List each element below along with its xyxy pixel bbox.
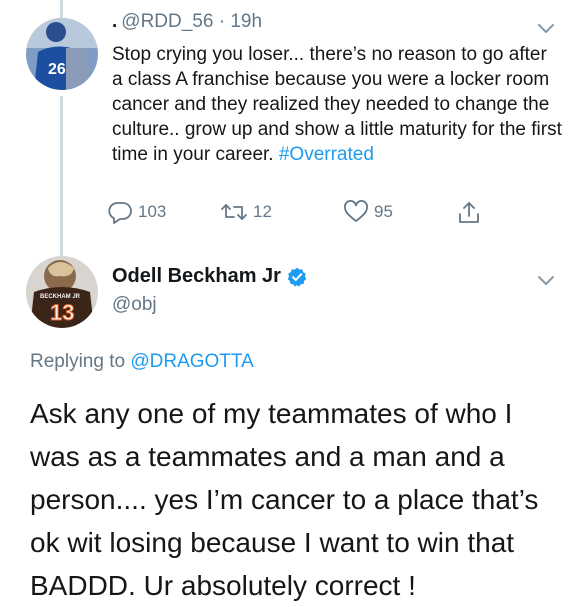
tweet1-display-name[interactable]: . xyxy=(112,11,117,32)
retweet-count: 12 xyxy=(253,202,272,221)
thread-connector-top xyxy=(60,0,63,18)
replying-to-line: Replying to @DRAGOTTA xyxy=(30,351,254,373)
like-count: 95 xyxy=(374,202,393,221)
avatar-image: 26 xyxy=(26,18,98,90)
tweet1-avatar-number: 26 xyxy=(48,61,66,78)
like-button[interactable]: 95 xyxy=(343,200,393,224)
tweet1-header: . @RDD_56 · 19h xyxy=(112,11,262,33)
tweet2-avatar[interactable]: BECKHAM JR 13 xyxy=(26,256,98,328)
tweet1-hashtag[interactable]: #Overrated xyxy=(279,144,374,165)
tweet1-avatar[interactable]: 26 xyxy=(26,18,98,90)
avatar-image: BECKHAM JR 13 xyxy=(26,256,98,328)
thread-connector xyxy=(60,96,63,256)
tweet1-action-bar: 103 12 95 xyxy=(107,200,507,232)
reply-button[interactable]: 103 xyxy=(107,200,166,224)
tweet1-separator: · xyxy=(213,11,231,32)
tweet1-timestamp[interactable]: 19h xyxy=(230,11,262,32)
tweet2-avatar-number: 13 xyxy=(50,300,74,325)
tweet2-handle[interactable]: @obj xyxy=(112,294,157,316)
chevron-down-icon[interactable] xyxy=(536,274,556,288)
tweet1-text: Stop crying you loser... there’s no reas… xyxy=(112,42,562,167)
like-icon xyxy=(344,200,368,222)
retweet-button[interactable]: 12 xyxy=(220,200,272,224)
share-icon xyxy=(459,202,479,223)
replying-to-mention[interactable]: @DRAGOTTA xyxy=(130,351,253,372)
tweet2-display-name-row[interactable]: Odell Beckham Jr xyxy=(112,265,307,288)
tweet1-handle[interactable]: @RDD_56 xyxy=(121,11,213,32)
share-button[interactable] xyxy=(457,200,481,226)
tweet2-display-name[interactable]: Odell Beckham Jr xyxy=(112,265,281,288)
retweet-icon xyxy=(221,204,247,220)
verified-badge-icon xyxy=(287,267,307,287)
replying-to-prefix: Replying to xyxy=(30,351,131,372)
reply-icon xyxy=(108,202,132,224)
tweet2-text: Ask any one of my teammates of who I was… xyxy=(30,398,539,601)
chevron-down-icon[interactable] xyxy=(536,22,556,36)
reply-count: 103 xyxy=(138,202,167,221)
